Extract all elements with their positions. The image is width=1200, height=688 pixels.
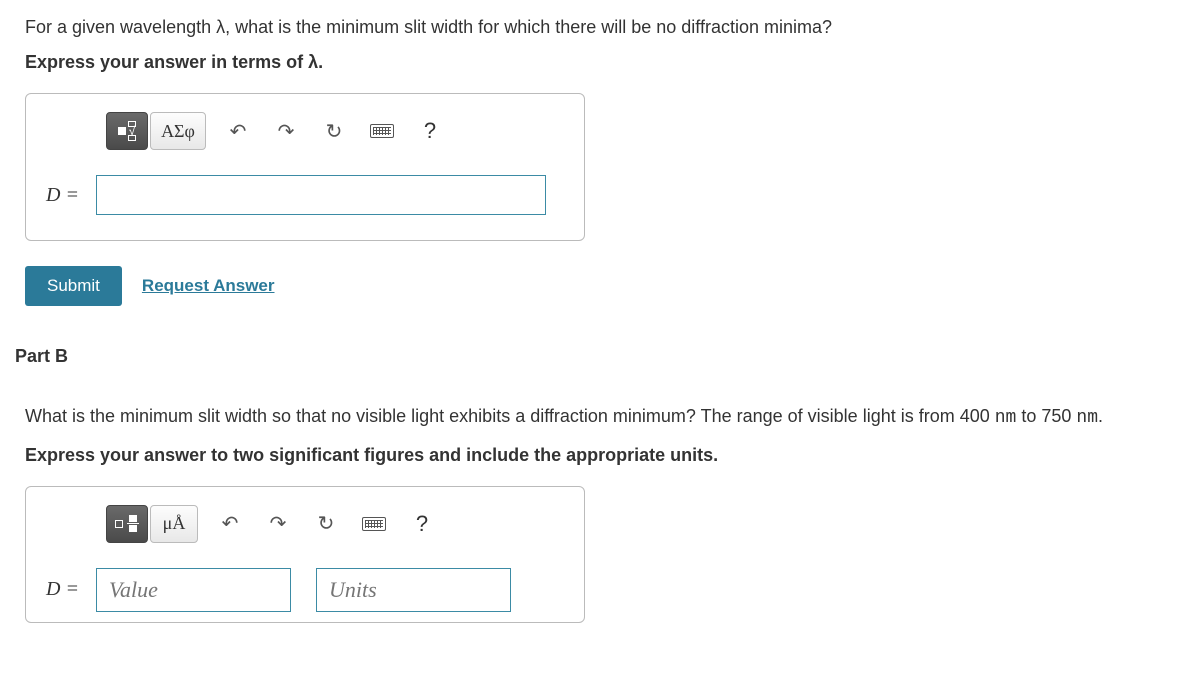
undo-button[interactable]: ↶	[222, 115, 254, 147]
part-a-instruction: Express your answer in terms of λ.	[25, 52, 1175, 73]
template-button[interactable]: √	[106, 112, 148, 150]
help-button[interactable]: ?	[414, 115, 446, 147]
part-a-question: For a given wavelength λ, what is the mi…	[25, 15, 1175, 40]
undo-icon: ↶	[222, 511, 239, 536]
part-b-header: Part B	[15, 346, 1175, 367]
part-b-toolbar: μÅ ↶ ↷ ↻ ?	[106, 505, 564, 543]
part-a-answer-input[interactable]	[96, 175, 546, 215]
help-icon: ?	[424, 118, 436, 144]
keyboard-button-b[interactable]	[358, 508, 390, 540]
part-b-answer-box: μÅ ↶ ↷ ↻ ? D =	[25, 486, 585, 623]
help-icon: ?	[416, 511, 428, 537]
reset-icon: ↻	[318, 511, 335, 536]
part-a-answer-box: √ ΑΣφ ↶ ↷ ↻ ? D =	[25, 93, 585, 241]
undo-icon: ↶	[230, 119, 247, 144]
template-icon: √	[118, 121, 136, 141]
submit-button[interactable]: Submit	[25, 266, 122, 306]
part-b-units-input[interactable]	[316, 568, 511, 612]
part-b-variable-label: D =	[46, 578, 86, 601]
request-answer-link[interactable]: Request Answer	[142, 276, 275, 296]
redo-icon: ↷	[278, 119, 295, 144]
keyboard-icon	[370, 124, 394, 138]
redo-button-b[interactable]: ↷	[262, 508, 294, 540]
reset-button-b[interactable]: ↻	[310, 508, 342, 540]
part-a-toolbar: √ ΑΣφ ↶ ↷ ↻ ?	[106, 112, 564, 150]
part-b-question: What is the minimum slit width so that n…	[25, 402, 1175, 433]
fraction-icon	[115, 515, 139, 532]
reset-icon: ↻	[326, 119, 343, 144]
part-b-instruction: Express your answer to two significant f…	[25, 445, 1175, 466]
part-a-variable-label: D =	[46, 184, 86, 207]
reset-button[interactable]: ↻	[318, 115, 350, 147]
units-button[interactable]: μÅ	[150, 505, 198, 543]
redo-button[interactable]: ↷	[270, 115, 302, 147]
keyboard-icon	[362, 517, 386, 531]
help-button-b[interactable]: ?	[406, 508, 438, 540]
keyboard-button[interactable]	[366, 115, 398, 147]
part-b-value-input[interactable]	[96, 568, 291, 612]
greek-button[interactable]: ΑΣφ	[150, 112, 206, 150]
redo-icon: ↷	[270, 511, 287, 536]
fraction-button[interactable]	[106, 505, 148, 543]
undo-button-b[interactable]: ↶	[214, 508, 246, 540]
